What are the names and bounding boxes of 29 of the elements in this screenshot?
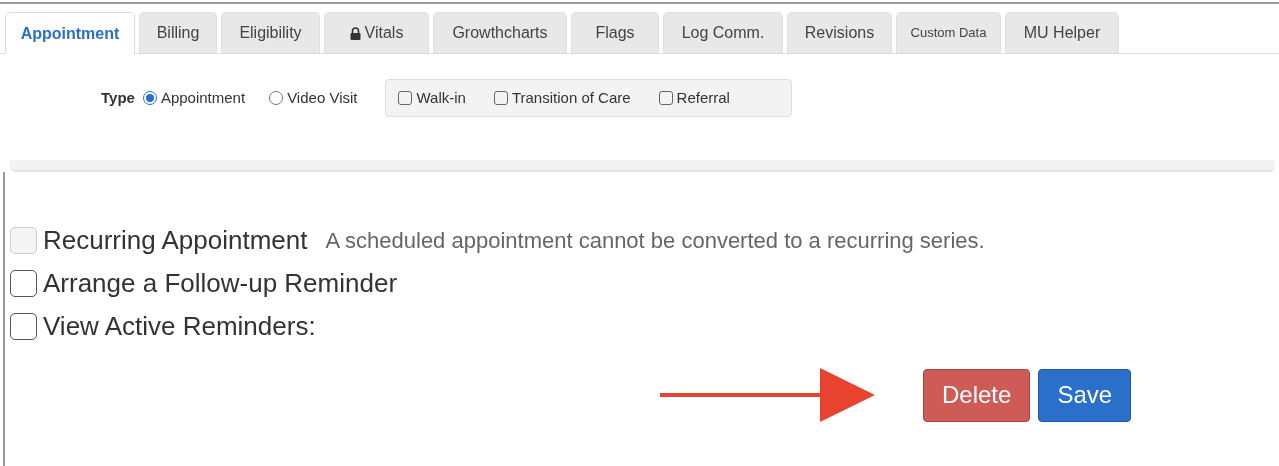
checkbox[interactable] (658, 91, 673, 105)
checkbox[interactable] (493, 91, 508, 105)
tab[interactable]: Revisions (787, 12, 892, 53)
checkbox[interactable] (10, 270, 37, 297)
tab[interactable]: Growthcharts (433, 12, 567, 53)
tab[interactable]: Appointment (5, 12, 135, 54)
tab[interactable]: Log Comm. (663, 12, 783, 53)
checkbox-label: View Active Reminders: (43, 310, 316, 343)
radio-label: Appointment (160, 87, 246, 108)
save-button[interactable]: Save (1038, 368, 1132, 422)
checkbox-label: Walk-in (416, 87, 466, 108)
tab[interactable]: Vitals (324, 12, 429, 53)
field-label: Type (101, 87, 135, 108)
tab[interactable]: MU Helper (1005, 12, 1119, 53)
tab[interactable]: Billing (139, 12, 217, 53)
tab[interactable]: Flags (571, 12, 659, 53)
lock-icon (349, 26, 361, 40)
checkbox[interactable] (398, 91, 413, 105)
checkbox-label: Arrange a Follow-up Reminder (43, 267, 398, 300)
delete-button[interactable]: Delete (923, 368, 1031, 422)
checkbox-label: Transition of Care (511, 87, 631, 108)
checkbox-label: Recurring Appointment (43, 224, 308, 257)
checkbox-label: Referral (676, 87, 730, 108)
checkbox[interactable] (10, 313, 37, 340)
arrow-icon (660, 368, 875, 422)
helper-text: A scheduled appointment cannot be converted to a recurring series. (325, 227, 985, 255)
tab[interactable]: Custom Data (896, 12, 1001, 53)
tab[interactable]: Eligibility (221, 12, 320, 53)
radio-label: Video Visit (287, 87, 358, 108)
